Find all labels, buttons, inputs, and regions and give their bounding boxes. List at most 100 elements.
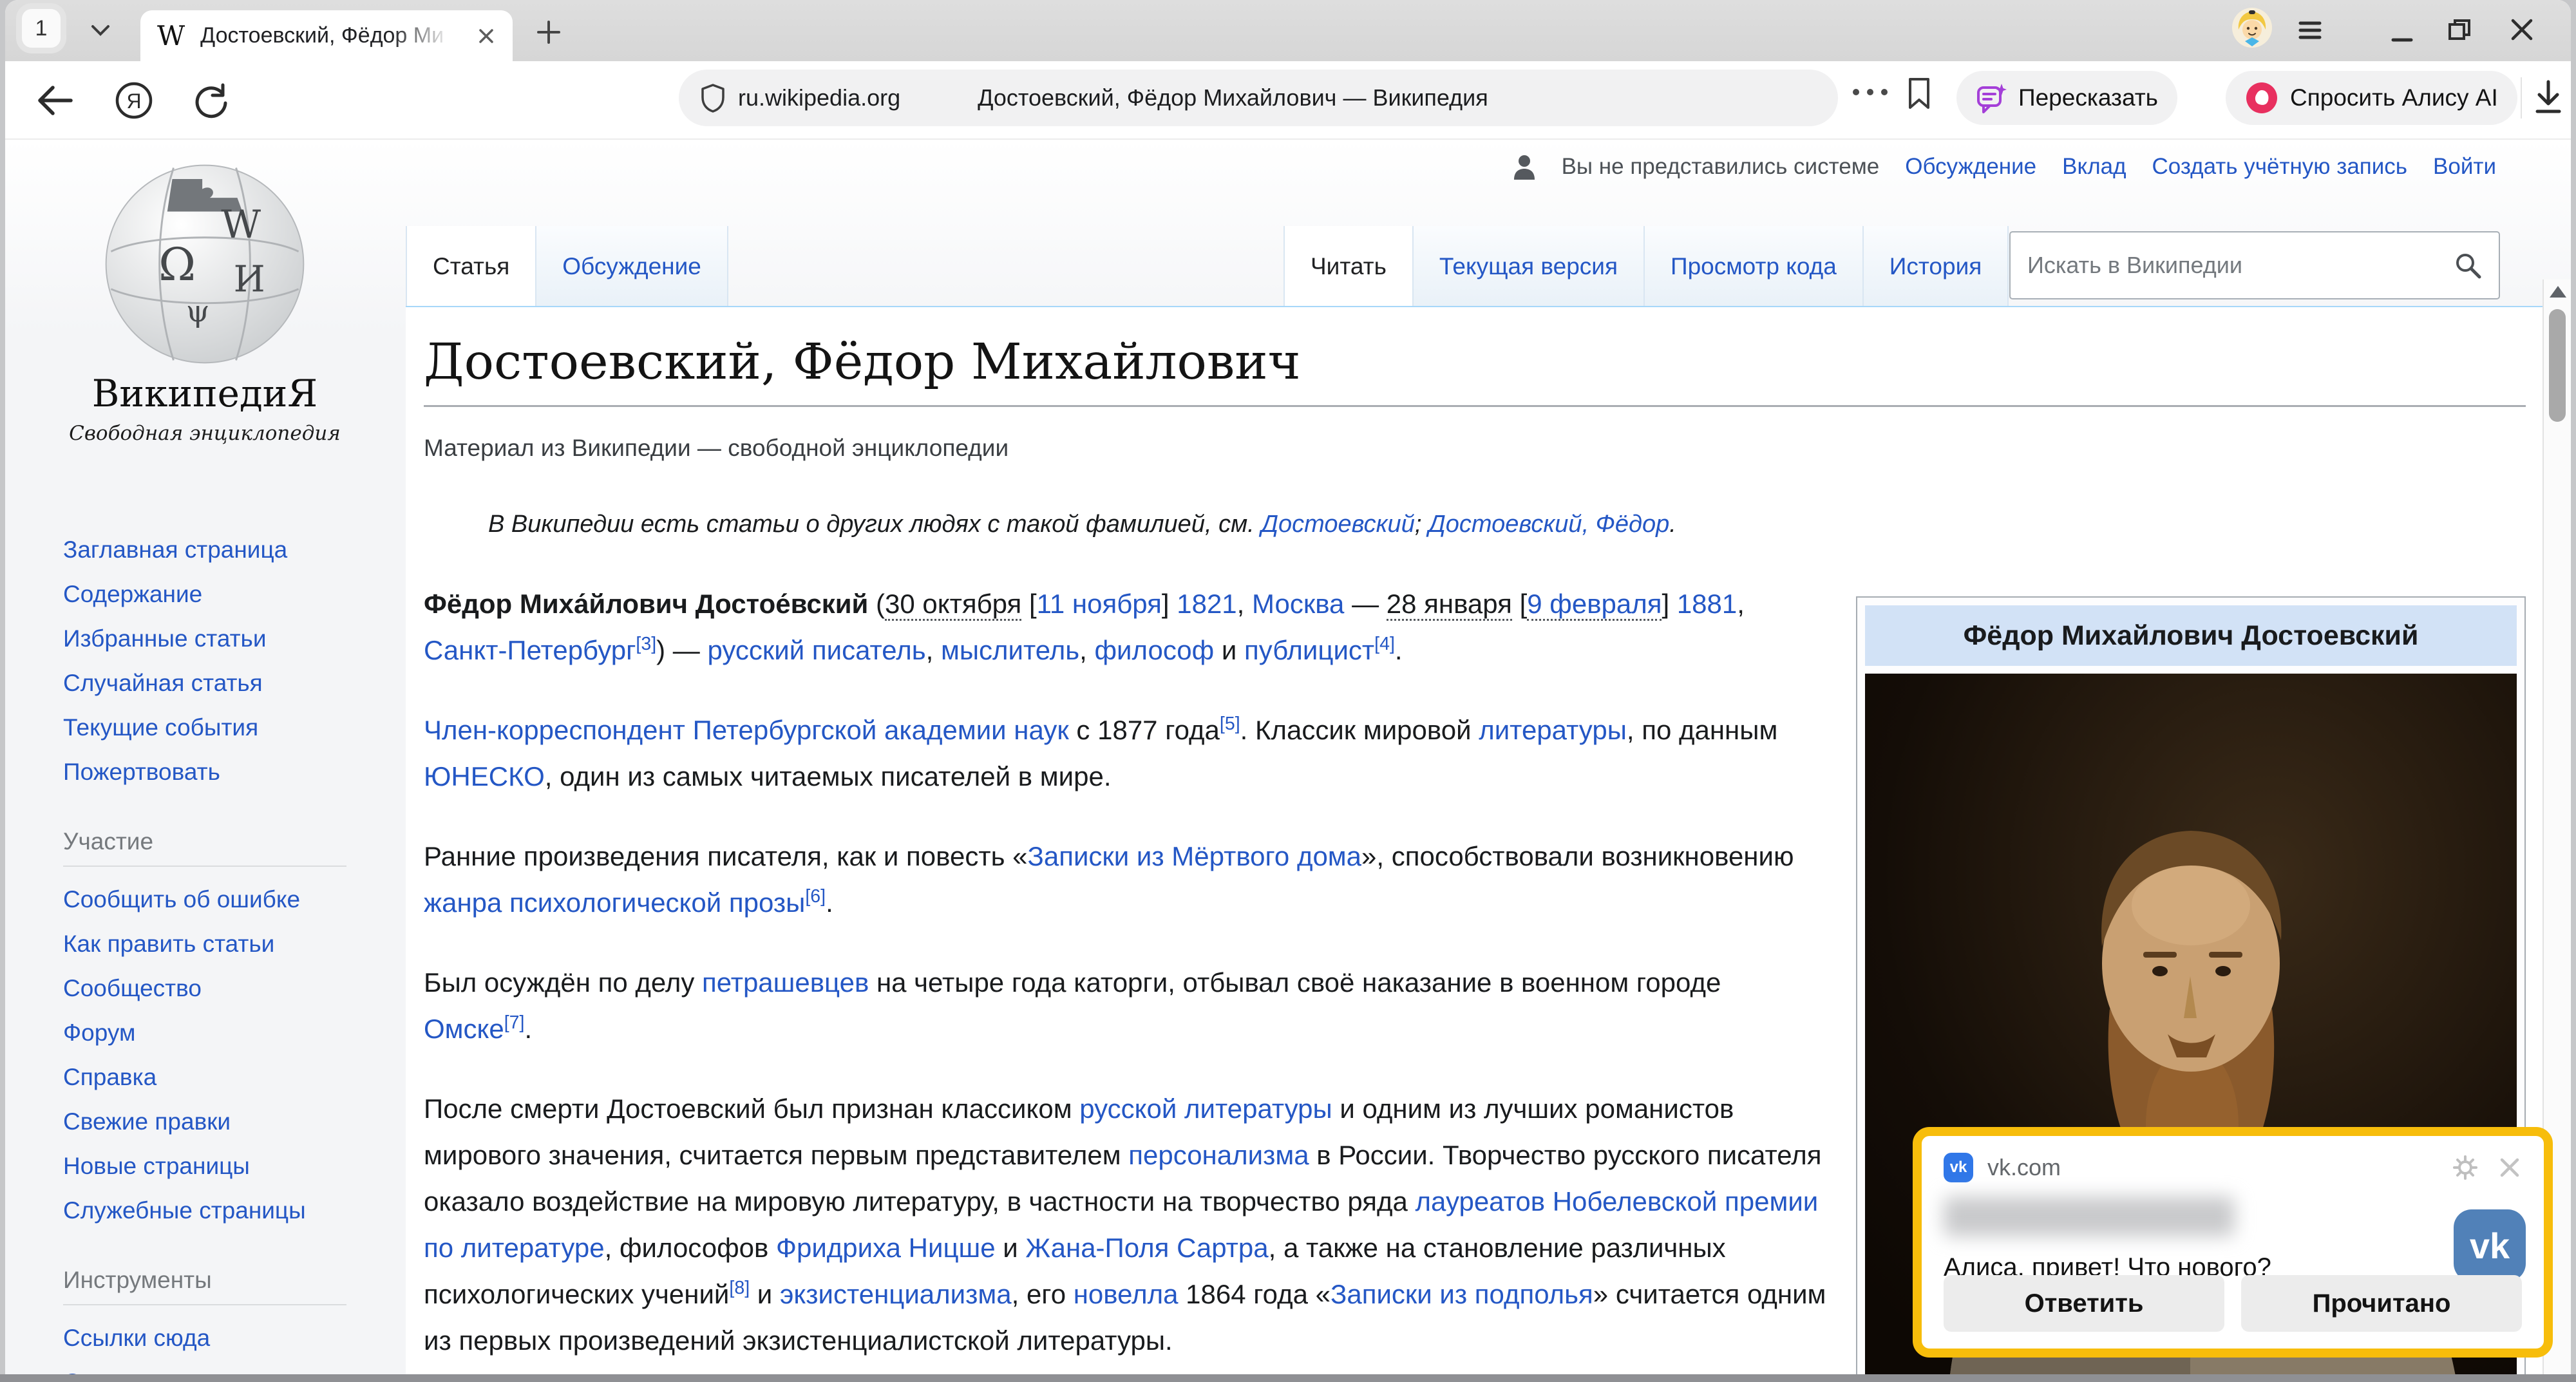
text-segment: В Википедии есть статьи о других людях с… xyxy=(488,511,1261,538)
sidebar-item-related-changes[interactable]: Связанные правки xyxy=(63,1369,404,1374)
wiki-link[interactable]: жанра психологической прозы xyxy=(424,887,805,918)
user-link-discussion[interactable]: Обсуждение xyxy=(1905,154,2036,180)
text-segment: , xyxy=(1079,635,1094,665)
bookmark-icon[interactable] xyxy=(1906,77,1932,110)
sidebar-item-report-error[interactable]: Сообщить об ошибке xyxy=(63,886,404,913)
browser-menu-icon[interactable] xyxy=(2295,15,2325,45)
text-segment: , xyxy=(926,635,941,665)
wiki-link[interactable]: Омске xyxy=(424,1014,504,1044)
user-link-create-account[interactable]: Создать учётную запись xyxy=(2152,154,2408,180)
back-button[interactable] xyxy=(35,82,75,118)
tabs-chevron-down-icon[interactable] xyxy=(88,21,113,40)
sidebar-item-donate[interactable]: Пожертвовать xyxy=(63,759,404,786)
wiki-link[interactable]: 1881 xyxy=(1677,589,1737,619)
wiki-link[interactable]: философ xyxy=(1094,635,1214,665)
sidebar-item-main-page[interactable]: Заглавная страница xyxy=(63,536,404,563)
window-restore-button[interactable] xyxy=(2446,15,2474,44)
wiki-link[interactable]: Фридриха Ницше xyxy=(776,1233,996,1263)
text-segment: , один из самых читаемых писателей в мир… xyxy=(545,761,1112,791)
wiki-link[interactable]: петрашевцев xyxy=(702,967,869,998)
tab-article[interactable]: Статья xyxy=(406,226,536,307)
tab-current-version[interactable]: Текущая версия xyxy=(1414,226,1645,307)
wiki-link[interactable]: литературы xyxy=(1479,715,1627,745)
sidebar-item-current-events[interactable]: Текущие события xyxy=(63,714,404,741)
tab-discussion[interactable]: Обсуждение xyxy=(536,226,728,307)
sidebar-item-new-pages[interactable]: Новые страницы xyxy=(63,1153,404,1180)
text-segment: и xyxy=(996,1233,1026,1263)
address-domain[interactable]: ru.wikipedia.org xyxy=(738,84,900,111)
wiki-link[interactable]: новелла xyxy=(1074,1279,1179,1309)
wiki-link[interactable]: персонализма xyxy=(1128,1140,1309,1170)
wiki-link[interactable]: Санкт-Петербург xyxy=(424,635,636,665)
sidebar-item-contents[interactable]: Содержание xyxy=(63,581,404,608)
retell-button[interactable]: Пересказать xyxy=(1956,71,2177,125)
reload-button[interactable] xyxy=(191,80,232,121)
tab-history[interactable]: История xyxy=(1864,226,2009,307)
wiki-link[interactable]: Москва xyxy=(1252,589,1344,619)
reference-link[interactable]: [7] xyxy=(504,1012,525,1033)
tab-counter-button[interactable]: 1 xyxy=(22,9,61,48)
wiki-link[interactable]: русский писатель xyxy=(707,635,925,665)
scroll-up-icon[interactable] xyxy=(2550,286,2566,298)
wiki-link[interactable]: русской литературы xyxy=(1079,1093,1332,1124)
user-link-login[interactable]: Войти xyxy=(2433,154,2496,180)
vk-mark-read-button[interactable]: Прочитано xyxy=(2241,1275,2522,1332)
sidebar-item-special-pages[interactable]: Служебные страницы xyxy=(63,1197,404,1224)
wiki-link[interactable]: публицист xyxy=(1244,635,1374,665)
scrollbar-thumb[interactable] xyxy=(2549,309,2566,422)
site-security-shield-icon[interactable] xyxy=(701,83,725,113)
sidebar-item-how-to-edit[interactable]: Как править статьи xyxy=(63,931,404,958)
user-link-contributions[interactable]: Вклад xyxy=(2062,154,2126,180)
reference-link[interactable]: [5] xyxy=(1220,714,1240,734)
text-segment: и xyxy=(1214,635,1244,665)
sidebar-item-forum[interactable]: Форум xyxy=(63,1019,404,1046)
window-minimize-button[interactable] xyxy=(2389,19,2415,45)
wikipedia-wordmark[interactable]: ВикипедиЯ xyxy=(5,372,404,415)
wikipedia-globe-logo[interactable]: Ω W И ψ xyxy=(99,158,311,370)
search-input[interactable] xyxy=(2027,252,2454,279)
wiki-link[interactable]: экзистенциализма xyxy=(780,1279,1012,1309)
sidebar-item-what-links-here[interactable]: Ссылки сюда xyxy=(63,1325,404,1352)
wiki-link[interactable]: Член-корреспондент Петербургской академи… xyxy=(424,715,1069,745)
sidebar-item-random[interactable]: Случайная статья xyxy=(63,670,404,697)
text-segment: . xyxy=(1395,635,1403,665)
reference-link[interactable]: [4] xyxy=(1374,634,1395,654)
svg-text:W: W xyxy=(221,202,261,247)
wiki-link[interactable]: Записки из подполья xyxy=(1331,1279,1593,1309)
retell-label: Пересказать xyxy=(2018,84,2158,111)
wiki-link[interactable]: Записки из Мёртвого дома xyxy=(1027,841,1361,871)
wiki-link[interactable]: 11 ноября xyxy=(1037,589,1162,619)
sidebar-item-recent-changes[interactable]: Свежие правки xyxy=(63,1108,404,1135)
wiki-link[interactable]: Достоевский xyxy=(1261,511,1415,538)
wiki-link[interactable]: Достоевский, Фёдор xyxy=(1428,511,1669,538)
address-more-icon[interactable] xyxy=(1851,87,1889,97)
wiki-link[interactable]: ЮНЕСКО xyxy=(424,761,545,791)
downloads-button[interactable] xyxy=(2531,78,2566,117)
notification-settings-gear-icon[interactable] xyxy=(2452,1155,2478,1180)
wiki-link[interactable]: 9 февраля xyxy=(1527,589,1662,621)
tab-view-source[interactable]: Просмотр кода xyxy=(1645,226,1864,307)
text-segment: », способствовали возникновению xyxy=(1361,841,1794,871)
wiki-link[interactable]: 1821 xyxy=(1177,589,1236,619)
sidebar-item-help[interactable]: Справка xyxy=(63,1064,404,1091)
wiki-link[interactable]: Жана-Поля Сартра xyxy=(1025,1233,1268,1263)
reference-link[interactable]: [8] xyxy=(729,1278,750,1298)
reference-link[interactable]: [6] xyxy=(805,886,826,907)
window-close-button[interactable] xyxy=(2508,15,2536,44)
sidebar-item-featured[interactable]: Избранные статьи xyxy=(63,625,404,652)
address-bar[interactable]: ru.wikipedia.org Достоевский, Фёдор Миха… xyxy=(679,70,1838,126)
vk-reply-button[interactable]: Ответить xyxy=(1944,1275,2224,1332)
wiki-search-box[interactable] xyxy=(2009,231,2500,299)
yandex-button[interactable]: Я xyxy=(113,80,155,121)
sidebar-item-community[interactable]: Сообщество xyxy=(63,975,404,1002)
ask-alice-button[interactable]: Спросить Алису AI xyxy=(2226,71,2517,125)
tab-read[interactable]: Читать xyxy=(1283,226,1414,307)
notification-close-icon[interactable] xyxy=(2497,1155,2522,1180)
browser-tab[interactable]: W Достоевский, Фёдор Ми xyxy=(140,10,513,61)
tab-close-icon[interactable] xyxy=(477,26,496,46)
reference-link[interactable]: [3] xyxy=(636,634,656,654)
new-tab-button[interactable] xyxy=(535,18,563,46)
profile-avatar[interactable] xyxy=(2232,8,2272,48)
wiki-link[interactable]: мыслитель xyxy=(941,635,1079,665)
search-icon[interactable] xyxy=(2454,251,2482,279)
